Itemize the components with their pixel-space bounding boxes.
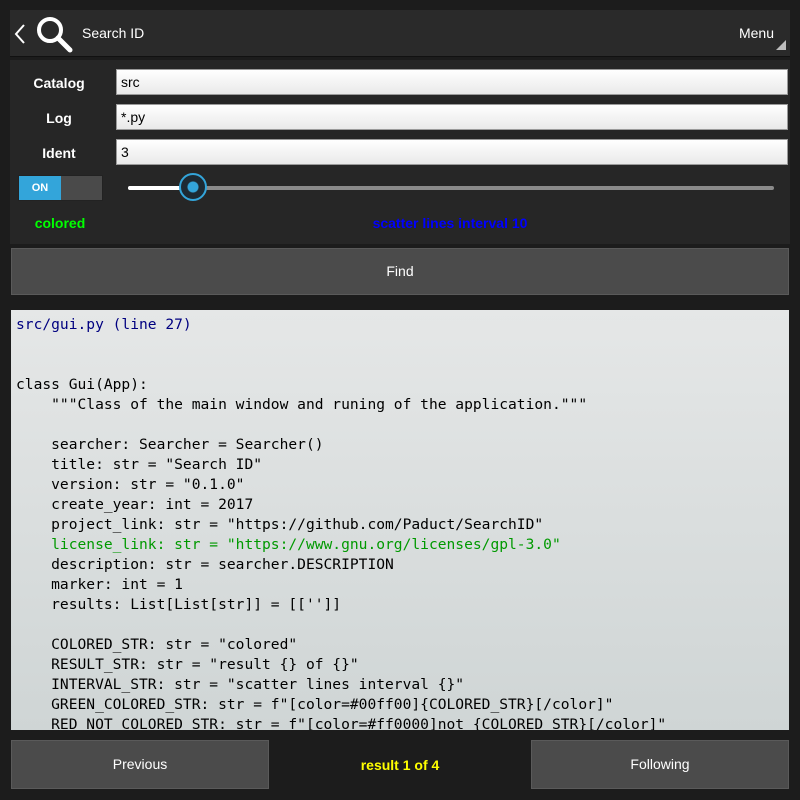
interval-slider[interactable] [128,186,774,190]
result-file-path: src/gui.py (line 27) [16,316,192,333]
code-line: INTERVAL_STR: str = "scatter lines inter… [16,676,465,693]
following-button[interactable]: Following [531,740,789,789]
code-line: RED_NOT_COLORED_STR: str = f"[color=#ff0… [16,716,667,730]
code-line: GREEN_COLORED_STR: str = f"[color=#00ff0… [16,696,614,713]
catalog-label: Catalog [33,75,85,91]
previous-button[interactable]: Previous [11,740,269,789]
code-line: COLORED_STR: str = "colored" [16,636,298,653]
code-line: description: str = searcher.DESCRIPTION [16,556,394,573]
code-result-view[interactable]: src/gui.py (line 27) class Gui(App): """C… [11,310,789,730]
code-line: RESULT_STR: str = "result {} of {}" [16,656,359,673]
result-counter: result 1 of 4 [360,757,440,773]
colored-status: colored [34,215,86,231]
code-line: version: str = "0.1.0" [16,476,245,493]
toggle-on-label: ON [19,176,61,200]
interval-status: scatter lines interval 10 [372,215,528,231]
slider-thumb[interactable] [178,173,207,201]
search-icon [37,17,73,53]
log-input[interactable]: *.py [116,104,788,130]
chevron-left-icon[interactable] [13,23,27,45]
catalog-input[interactable]: src [116,69,788,95]
code-line: marker: int = 1 [16,576,183,593]
code-line: create_year: int = 2017 [16,496,254,513]
app-title: Search ID [82,25,145,41]
menu-corner-icon [776,40,786,50]
colored-toggle[interactable]: ON [18,175,103,201]
code-line: results: List[List[str]] = [['']] [16,596,342,613]
ident-label: Ident [42,145,76,161]
app-header: Search ID Menu [10,10,790,57]
code-line: license_link: str = "https://www.gnu.org… [16,536,561,553]
find-button[interactable]: Find [11,248,789,295]
code-line: class Gui(App): [16,376,148,393]
code-line: project_link: str = "https://github.com/… [16,516,544,533]
code-line: title: str = "Search ID" [16,456,263,473]
ident-input[interactable]: 3 [116,139,788,165]
code-line: """Class of the main window and runing o… [16,396,588,413]
code-line: searcher: Searcher = Searcher() [16,436,324,453]
log-label: Log [46,110,72,126]
menu-button[interactable]: Menu [739,25,774,41]
